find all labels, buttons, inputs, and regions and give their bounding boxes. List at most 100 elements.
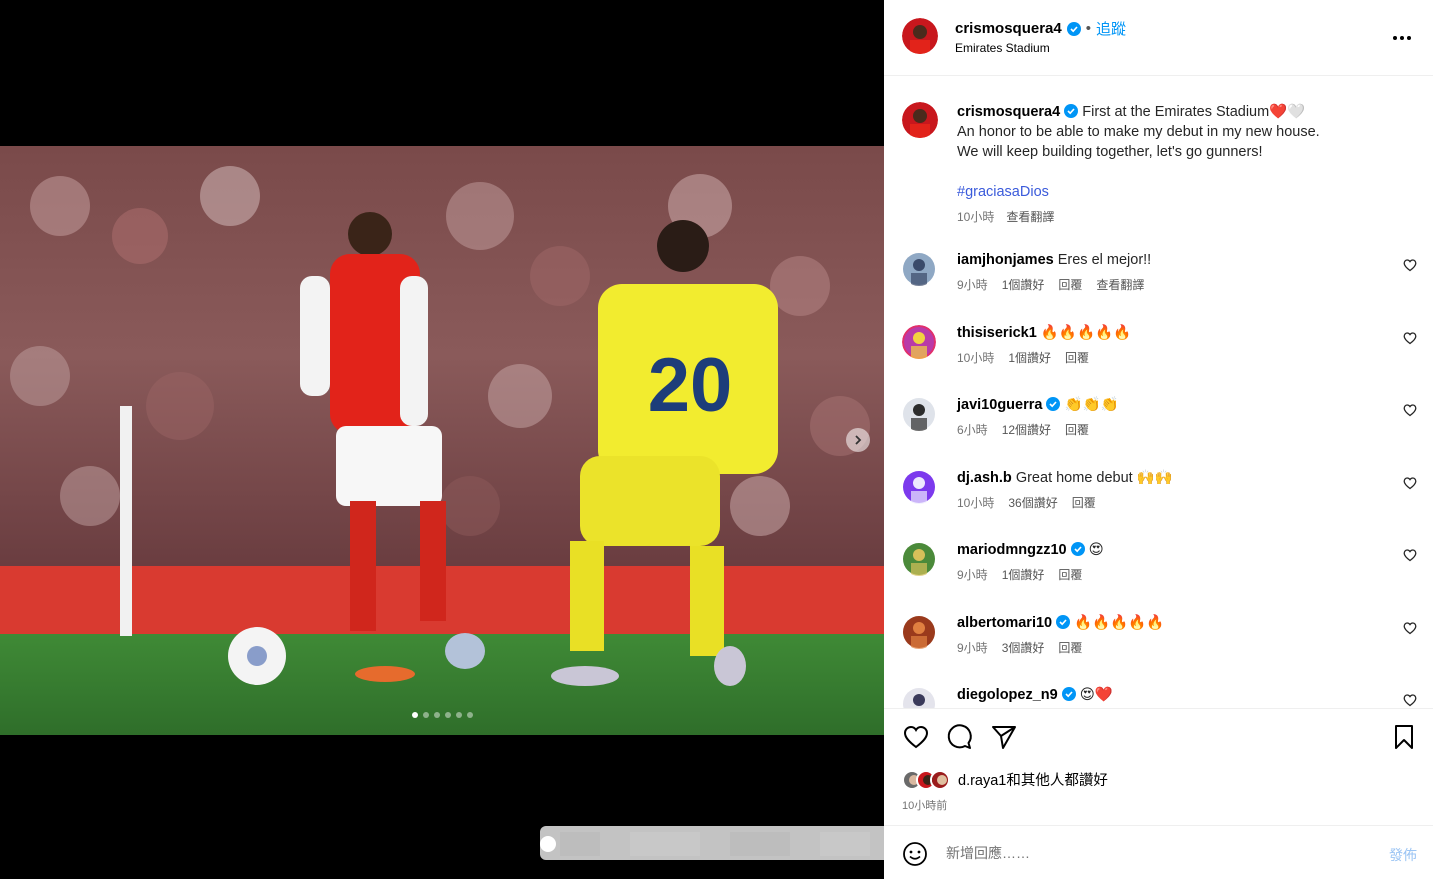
likes-summary[interactable]: d.raya1和其他人都讚好 xyxy=(902,769,1108,790)
translate-button[interactable]: 查看翻譯 xyxy=(1006,208,1054,225)
comment-username[interactable]: mariodmngzz10 xyxy=(957,542,1067,558)
comment-heart-icon[interactable] xyxy=(1403,331,1417,345)
comment-username[interactable]: iamjhonjames xyxy=(957,252,1054,268)
carousel-dot xyxy=(412,712,418,718)
comment-like-count[interactable]: 36個讚好 xyxy=(1008,494,1057,511)
commenter-avatar[interactable] xyxy=(902,324,936,359)
media-area: 20 xyxy=(0,0,890,879)
verified-badge-icon xyxy=(1061,687,1076,701)
comments-scroll-area[interactable]: crismosquera4 First at the Emirates Stad… xyxy=(884,77,1433,708)
commenter-avatar[interactable] xyxy=(902,252,936,286)
follow-button[interactable]: 追蹤 xyxy=(1096,18,1126,39)
comment-time: 9小時 xyxy=(957,640,988,655)
comment-input[interactable] xyxy=(946,842,1366,864)
svg-text:20: 20 xyxy=(648,343,733,428)
translate-button[interactable]: 查看翻譯 xyxy=(1096,276,1144,293)
verified-badge-icon xyxy=(1056,614,1071,629)
comment-body: 😍❤️ xyxy=(1079,687,1113,703)
separator-dot: • xyxy=(1085,20,1091,37)
reply-button[interactable]: 回覆 xyxy=(1065,421,1089,438)
reply-button[interactable]: 回覆 xyxy=(1058,566,1082,583)
reply-button[interactable]: 回覆 xyxy=(1065,349,1089,366)
share-icon[interactable] xyxy=(990,723,1018,751)
comment-meta: 9小時 1個讚好 回覆 xyxy=(957,566,1082,583)
commenter-avatar[interactable] xyxy=(902,542,936,576)
commenter-avatar[interactable] xyxy=(902,615,936,649)
caption-avatar[interactable] xyxy=(902,102,938,138)
comment-username[interactable]: dj.ash.b xyxy=(957,470,1012,486)
comment-time: 9小時 xyxy=(957,278,988,292)
comment-text: albertomari10 🔥🔥🔥🔥🔥 xyxy=(957,613,1164,633)
caption-username[interactable]: crismosquera4 xyxy=(957,104,1060,120)
comment-text: mariodmngzz10 😍 xyxy=(957,540,1104,560)
reply-button[interactable]: 回覆 xyxy=(1058,276,1082,293)
comment-item: diegolopez_n9 😍❤️ xyxy=(884,685,1433,708)
carousel-next-button[interactable] xyxy=(846,428,870,452)
comment-like-count[interactable]: 1個讚好 xyxy=(1008,349,1051,366)
more-options-icon[interactable] xyxy=(1393,28,1415,48)
comment-text: dj.ash.b Great home debut 🙌🙌 xyxy=(957,468,1173,488)
liker-avatar xyxy=(930,769,950,790)
author-username[interactable]: crismosquera4 xyxy=(955,20,1062,37)
comment-body: 🔥🔥🔥🔥🔥 xyxy=(1074,614,1165,631)
comment-meta: 10小時 1個讚好 回覆 xyxy=(957,349,1089,366)
comment-heart-icon[interactable] xyxy=(1403,403,1417,417)
post-photo[interactable]: 20 xyxy=(0,146,884,735)
comment-heart-icon[interactable] xyxy=(1403,548,1417,562)
liker-avatars xyxy=(902,769,950,790)
comment-time: 10小時 xyxy=(957,350,995,365)
comment-like-count[interactable]: 1個讚好 xyxy=(1002,566,1045,583)
comment-body: 🔥🔥🔥🔥🔥 xyxy=(1040,324,1132,341)
comment-icon[interactable] xyxy=(946,723,974,751)
comment-time: 6小時 xyxy=(957,423,988,437)
post-details-panel: crismosquera4 • 追蹤 Emirates Stadium cris… xyxy=(884,0,1433,879)
carousel-dot xyxy=(445,712,451,718)
carousel-indicator xyxy=(412,712,473,718)
comment-item: dj.ash.b Great home debut 🙌🙌 10小時 36個讚好 回覆 xyxy=(884,468,1433,528)
comment-username[interactable]: albertomari10 xyxy=(957,615,1052,631)
author-avatar[interactable] xyxy=(902,18,938,54)
commenter-avatar[interactable] xyxy=(902,687,936,708)
comment-heart-icon[interactable] xyxy=(1403,621,1417,635)
reply-button[interactable]: 回覆 xyxy=(1058,639,1082,656)
comment-heart-icon[interactable] xyxy=(1403,258,1417,272)
comment-meta: 9小時 1個讚好 回覆 查看翻譯 xyxy=(957,276,1144,293)
comment-time: 10小時 xyxy=(957,495,995,510)
caption-line-3: We will keep building together, let's go… xyxy=(957,144,1263,160)
heart-icon[interactable] xyxy=(902,723,930,751)
post-timestamp: 10小時前 xyxy=(902,800,948,812)
comment-item: iamjhonjames Eres el mejor!! 9小時 1個讚好 回覆 查看翻… xyxy=(884,250,1433,310)
comment-body: 😍 xyxy=(1088,542,1104,558)
hashtag-link[interactable]: #graciasaDios xyxy=(957,184,1049,200)
comment-body: Eres el mejor!! xyxy=(1057,252,1152,268)
comment-meta: 9小時 3個讚好 回覆 xyxy=(957,639,1082,656)
commenter-avatar[interactable] xyxy=(902,470,936,504)
comment-like-count[interactable]: 12個讚好 xyxy=(1002,421,1051,438)
comment-meta: 10小時 36個讚好 回覆 xyxy=(957,494,1096,511)
caption-line-2: An honor to be able to make my debut in … xyxy=(957,124,1320,140)
carousel-dot xyxy=(467,712,473,718)
comment-like-count[interactable]: 1個讚好 xyxy=(1002,276,1045,293)
commenter-avatar[interactable] xyxy=(902,397,936,431)
post-comment-button[interactable]: 發佈 xyxy=(1389,845,1417,865)
comment-username[interactable]: thisiserick1 xyxy=(957,325,1037,341)
comment-heart-icon[interactable] xyxy=(1403,476,1417,490)
bookmark-icon[interactable] xyxy=(1390,723,1418,751)
caption-meta: 10小時 查看翻譯 xyxy=(957,208,1054,225)
add-comment-bar: 發佈 xyxy=(884,825,1433,879)
comment-time: 9小時 xyxy=(957,568,988,582)
comment-text: diegolopez_n9 😍❤️ xyxy=(957,685,1113,705)
comment-username[interactable]: diegolopez_n9 xyxy=(957,687,1058,703)
comment-username[interactable]: javi10guerra xyxy=(957,397,1042,413)
comment-heart-icon[interactable] xyxy=(1403,693,1417,707)
caption-line-1: First at the Emirates Stadium❤️🤍 xyxy=(1082,104,1306,120)
emoji-icon[interactable] xyxy=(902,841,928,867)
comment-like-count[interactable]: 3個讚好 xyxy=(1002,639,1045,656)
caption-time: 10小時 xyxy=(957,210,995,224)
comment-text: thisiserick1 🔥🔥🔥🔥🔥 xyxy=(957,323,1131,343)
carousel-dot xyxy=(434,712,440,718)
verified-badge-icon xyxy=(1070,542,1085,556)
location-link[interactable]: Emirates Stadium xyxy=(955,41,1050,55)
chevron-right-icon xyxy=(855,435,862,445)
reply-button[interactable]: 回覆 xyxy=(1072,494,1096,511)
